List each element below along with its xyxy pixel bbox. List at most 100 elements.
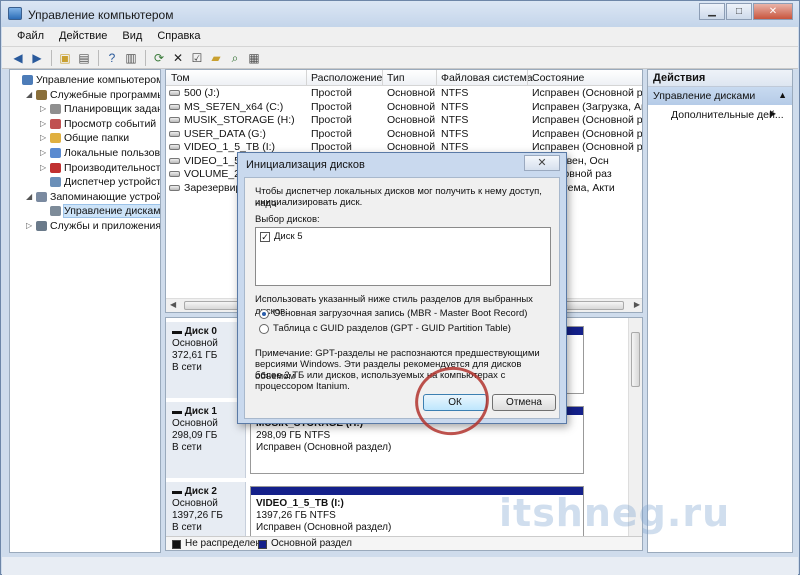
gpt-option-label[interactable]: Таблица с GUID разделов (GPT - GUID Part… [273, 323, 511, 334]
maximize-button[interactable]: □ [726, 3, 752, 20]
disk-info: ▬ Диск 0 Основной 372,61 ГБ В сети [166, 322, 246, 398]
note-line4: процессором Itanium. [255, 381, 350, 392]
column-header-file-system[interactable]: Файловая система [441, 72, 533, 84]
menu-bar: Файл Действие Вид Справка [2, 27, 798, 47]
export-list-icon[interactable]: ▦ [246, 50, 262, 66]
table-row[interactable]: 500 (J:) Простой Основной NTFS Исправен (Осн… [166, 87, 642, 101]
shared-folder-icon [50, 133, 61, 144]
tree-item-label: Планировщик заданий [64, 103, 160, 116]
clock-icon [50, 104, 61, 115]
select-disks-label: Выбор дисков: [255, 214, 320, 225]
table-cell: Исправен (Загрузка, Ава [532, 100, 643, 113]
table-cell: Основной [387, 87, 436, 99]
volume-icon [169, 117, 180, 123]
legend: Не распределен Основной раздел [166, 536, 642, 550]
device-manager-icon [50, 177, 61, 188]
tree-item[interactable]: ▷ Локальные пользовате [10, 146, 160, 161]
close-button[interactable]: ✕ [753, 3, 793, 20]
dialog-close-button[interactable]: ✕ [524, 155, 560, 171]
cancel-button[interactable]: Отмена [492, 394, 556, 411]
table-cell: Простой [311, 127, 352, 140]
show-action-pane-icon[interactable]: ▥ [123, 50, 139, 66]
refresh-icon[interactable]: ⟳ [151, 50, 167, 66]
column-header-layout[interactable]: Расположение [311, 72, 382, 84]
actions-section-disk-management[interactable]: Управление дисками ▲ [648, 87, 792, 105]
disk-selection-list[interactable]: ✓ Диск 5 [255, 227, 551, 286]
window-controls: ▁ □ ✕ [698, 3, 793, 20]
tree-item[interactable]: ◢ Служебные программы [10, 88, 160, 103]
title-bar[interactable]: Управление компьютером ▁ □ ✕ [1, 1, 799, 27]
tree-item[interactable]: Управление компьютером (л [10, 73, 160, 88]
legend-label-unallocated: Не распределен [185, 538, 261, 549]
disk-size: 298,09 ГБ [172, 430, 218, 441]
disk5-label[interactable]: Диск 5 [274, 231, 303, 242]
dialog-title: Инициализация дисков [246, 159, 365, 171]
table-row[interactable]: MS_SE7EN_x64 (C:) Простой Основной NTFS Испр… [166, 100, 643, 115]
actions-pane: Действия Управление дисками ▲ Дополнител… [647, 69, 793, 553]
tree-item[interactable]: Управление дисками [10, 204, 160, 219]
expand-arrow-icon[interactable]: ▷ [40, 119, 46, 128]
menu-action[interactable]: Действие [52, 27, 115, 46]
volume-icon [169, 171, 180, 177]
toolbar-separator [51, 49, 52, 66]
delete-icon[interactable]: ✕ [170, 50, 186, 66]
more-actions-item[interactable]: Дополнительные дей... ▶ [648, 105, 792, 123]
disk-size: 372,61 ГБ [172, 350, 218, 361]
help-icon[interactable]: ? [104, 50, 120, 66]
mbr-radio[interactable] [259, 309, 269, 319]
disk-size: 1397,26 ГБ [172, 510, 223, 521]
collapse-arrow-icon[interactable]: ◢ [26, 192, 32, 201]
expand-arrow-icon[interactable]: ▷ [40, 163, 46, 172]
tree-item-label: Служебные программы [50, 88, 161, 101]
collapse-up-icon[interactable]: ▲ [778, 90, 787, 100]
legend-swatch-unallocated [172, 540, 181, 549]
computer-icon [22, 75, 33, 85]
table-row[interactable]: MUSIK_STORAGE (H:) Простой Основной NTFS Исп… [166, 114, 642, 128]
scroll-right-icon[interactable]: ▶ [634, 300, 640, 309]
menu-help[interactable]: Справка [150, 27, 208, 46]
tree-item[interactable]: ▷ Производительность [10, 161, 160, 176]
table-cell: Основной [387, 114, 436, 126]
gpt-radio[interactable] [259, 324, 269, 334]
search-icon[interactable]: ⌕ [227, 50, 243, 66]
disk-status: В сети [172, 362, 202, 373]
volume-icon [169, 130, 180, 137]
column-header-volume[interactable]: Том [171, 72, 190, 84]
table-cell: NTFS [441, 87, 469, 99]
disk5-checkbox[interactable]: ✓ [260, 232, 270, 242]
vertical-scroll-thumb[interactable] [631, 332, 640, 387]
collapse-arrow-icon[interactable]: ◢ [26, 90, 32, 99]
tree-item-label: Диспетчер устройств [64, 176, 161, 189]
open-folder-icon[interactable]: ▰ [208, 50, 224, 66]
minimize-button[interactable]: ▁ [699, 3, 725, 20]
event-viewer-icon [50, 118, 61, 129]
back-arrow-icon[interactable]: ◀ [10, 50, 26, 66]
table-row[interactable]: USER_DATA (G:) Простой Основной NTFS Исправе… [166, 127, 642, 142]
tools-icon [36, 89, 47, 100]
column-header-type[interactable]: Тип [387, 72, 405, 84]
tree-item-label: Локальные пользовате [64, 146, 160, 159]
expand-arrow-icon[interactable]: ▷ [40, 148, 46, 157]
tree-item[interactable]: Диспетчер устройств [10, 175, 160, 190]
menu-file[interactable]: Файл [10, 27, 52, 46]
tree-item[interactable]: ▷ Планировщик заданий [10, 102, 160, 117]
show-hide-tree-icon[interactable]: ▤ [76, 50, 92, 66]
tree-item[interactable]: ▷ Просмотр событий [10, 117, 160, 132]
legend-label-primary: Основной раздел [271, 538, 352, 549]
expand-arrow-icon[interactable]: ▷ [26, 221, 32, 230]
column-header-status[interactable]: Состояние [532, 72, 584, 84]
tree-item[interactable]: ▷ Общие папки [10, 131, 160, 146]
properties-icon[interactable]: ☑ [189, 50, 205, 66]
table-cell: NTFS [441, 100, 469, 113]
table-cell: Основной [387, 127, 436, 140]
note-line1: Примечание: GPT-разделы не распознаются … [255, 348, 540, 359]
tree-item[interactable]: ◢ Запоминающие устройст [10, 190, 160, 205]
up-folder-icon[interactable]: ▣ [57, 50, 73, 66]
expand-arrow-icon[interactable]: ▷ [40, 133, 46, 142]
menu-view[interactable]: Вид [115, 27, 150, 46]
mbr-option-label[interactable]: Основная загрузочная запись (MBR - Maste… [273, 308, 527, 319]
tree-item[interactable]: ▷ Службы и приложения [10, 219, 160, 234]
forward-arrow-icon[interactable]: ▶ [29, 50, 45, 66]
expand-arrow-icon[interactable]: ▷ [40, 104, 46, 113]
scroll-left-icon[interactable]: ◀ [170, 300, 176, 309]
